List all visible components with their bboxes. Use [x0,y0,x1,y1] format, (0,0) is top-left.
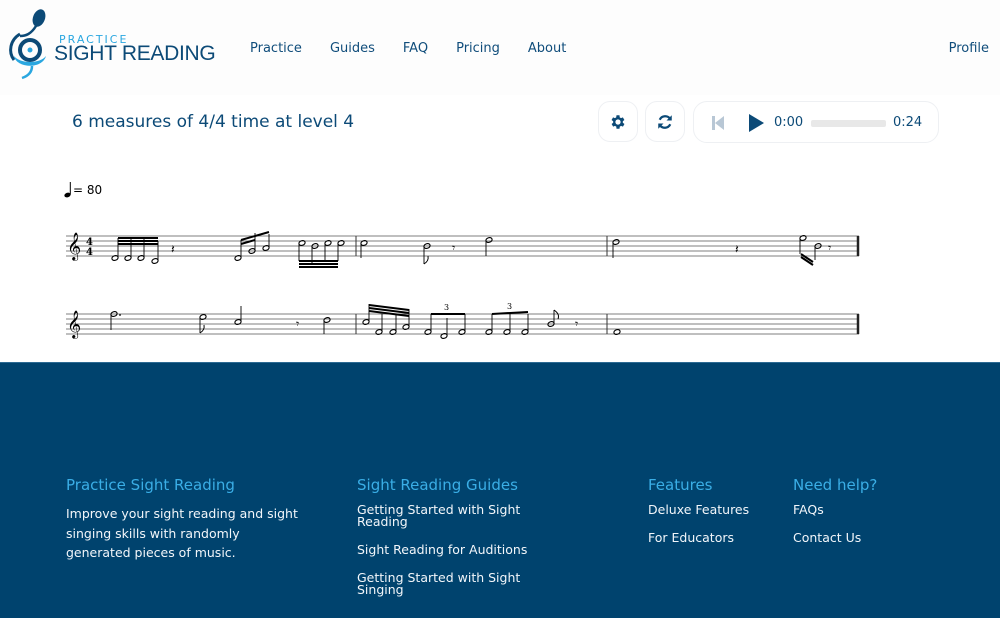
footer-help: Need help? FAQs Contact Us [793,476,923,560]
flag [553,309,559,320]
dot [119,314,121,316]
play-icon[interactable] [749,114,764,132]
footer-link-contact[interactable]: Contact Us [793,531,923,544]
flag [423,255,429,265]
skip-back-icon[interactable] [712,116,724,130]
audio-player: 0:00 0:24 [693,101,939,143]
settings-button[interactable] [598,101,638,142]
tuplet-label: 3 [444,303,449,312]
footer-about-text: Improve your sight reading and sight sin… [66,506,298,560]
regenerate-button[interactable] [645,101,685,142]
footer-about: Practice Sight Reading Improve your sigh… [66,476,306,563]
logo[interactable]: PRACTICE SIGHT READING [6,6,231,80]
footer-about-heading: Practice Sight Reading [66,476,235,494]
footer-link-getting-started-reading[interactable]: Getting Started with Sight Reading [357,503,547,528]
rest: 𝄾 [296,317,299,331]
footer-link-auditions[interactable]: Sight Reading for Auditions [357,543,547,556]
rest: 𝄾 [452,241,455,255]
treble-clef: 𝄞 [67,310,81,339]
footer-link-educators[interactable]: For Educators [648,531,778,544]
main-nav: Practice Guides FAQ Pricing About [250,41,594,56]
footer-help-heading: Need help? [793,476,878,494]
site-header: PRACTICE SIGHT READING Practice Guides F… [0,0,1000,95]
duration: 0:24 [893,115,923,130]
logo-title: SIGHT READING [54,42,216,65]
profile-link[interactable]: Profile [949,41,989,56]
site-footer: Practice Sight Reading Improve your sigh… [0,362,1000,618]
time-sig-bottom: 4 [86,247,93,258]
nav-about[interactable]: About [528,41,566,56]
tuplet-label: 3 [507,302,512,311]
rest: 𝄾 [575,317,578,331]
footer-guides: Sight Reading Guides Getting Started wit… [357,476,547,612]
nav-guides[interactable]: Guides [330,41,375,56]
nav-faq[interactable]: FAQ [403,41,428,56]
rest: 𝄾 [828,241,831,255]
footer-link-faqs[interactable]: FAQs [793,503,923,516]
footer-link-getting-started-singing[interactable]: Getting Started with Sight Singing [357,571,547,596]
nav-practice[interactable]: Practice [250,41,302,56]
sheet-music: 𝄞 44 𝄽 𝄾 𝄽 𝄾 𝄞 𝄾3 3𝄾 [66,231,860,339]
quarter-note-icon [64,182,71,198]
footer-features-heading: Features [648,476,713,494]
tempo-marking: = 80 [64,182,102,198]
gear-icon [611,114,625,129]
rest: 𝄽 [735,242,739,256]
rest: 𝄽 [171,242,175,256]
staff-line-1: 𝄞 44 𝄽 𝄾 𝄽 𝄾 [66,231,860,268]
footer-features: Features Deluxe Features For Educators [648,476,778,560]
refresh-icon [658,114,672,129]
logo-icon [9,9,46,80]
nav-pricing[interactable]: Pricing [456,41,500,56]
treble-clef: 𝄞 [67,232,81,261]
staff-line-2: 𝄞 𝄾 3 3 𝄾 [66,302,860,339]
tempo-value: = 80 [73,183,103,197]
footer-guides-heading: Sight Reading Guides [357,476,518,494]
page-title: 6 measures of 4/4 time at level 4 [72,112,355,132]
current-time: 0:00 [774,115,804,130]
progress-bar[interactable] [811,120,886,127]
footer-link-deluxe[interactable]: Deluxe Features [648,503,778,516]
